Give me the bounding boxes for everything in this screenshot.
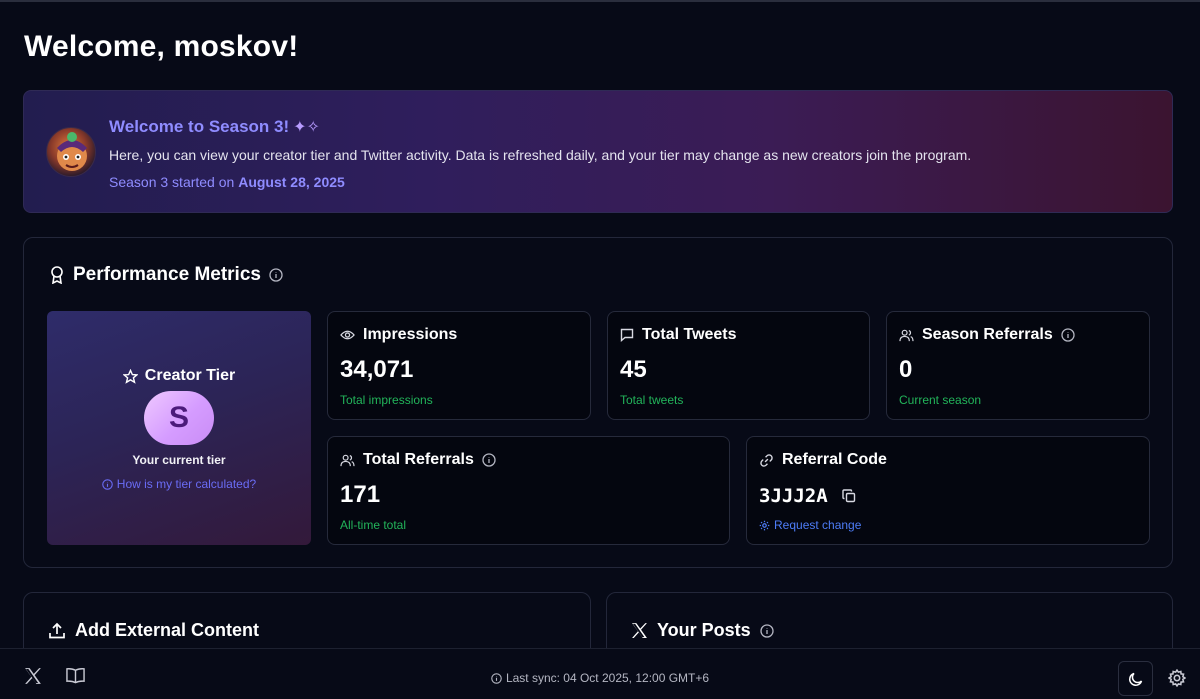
info-icon (102, 478, 113, 490)
impressions-value: 34,071 (340, 356, 414, 383)
impressions-caption: Total impressions (340, 393, 433, 407)
last-sync-status: Last sync: 04 Oct 2025, 12:00 GMT+6 (0, 671, 1200, 685)
info-icon[interactable] (482, 453, 496, 467)
tier-calculation-link[interactable]: How is my tier calculated? (47, 477, 311, 491)
award-icon (49, 266, 65, 284)
total-referrals-card: Total Referrals 171 All-time total (327, 436, 730, 545)
total-referrals-label: Total Referrals (363, 451, 474, 468)
season-referrals-caption: Current season (899, 393, 982, 407)
season-banner: Welcome to Season 3! ✦✧ Here, you can vie… (23, 90, 1173, 213)
upload-icon (48, 622, 66, 640)
link-icon (759, 453, 774, 468)
info-icon[interactable] (269, 268, 283, 282)
banner-description: Here, you can view your creator tier and… (109, 147, 972, 163)
add-external-content-title: Add External Content (48, 620, 259, 641)
users-icon (899, 329, 914, 342)
total-tweets-caption: Total tweets (620, 393, 684, 407)
total-tweets-value: 45 (620, 356, 647, 383)
creator-tier-card: Creator Tier S Your current tier How is … (47, 311, 311, 545)
gear-icon (759, 520, 770, 531)
referral-code-row: 3JJJ2A (759, 485, 856, 507)
referral-code-label: Referral Code (782, 451, 887, 468)
impressions-label: Impressions (363, 326, 458, 343)
performance-title: Performance Metrics (49, 264, 283, 286)
clapping-hands-icon: ✦✧ (293, 119, 320, 136)
x-logo-icon (631, 622, 648, 639)
tier-label: Creator Tier (47, 367, 311, 385)
banner-heading: Welcome to Season 3! ✦✧ (109, 117, 320, 136)
copy-icon[interactable] (841, 489, 856, 503)
page-title: Welcome, moskov! (24, 30, 299, 63)
top-border (0, 0, 1200, 2)
performance-metrics-panel: Performance Metrics Creator Tier S Your … (23, 237, 1173, 568)
season-referrals-value: 0 (899, 356, 913, 383)
total-tweets-label: Total Tweets (642, 326, 737, 343)
info-icon[interactable] (1061, 328, 1075, 342)
request-change-link[interactable]: Request change (759, 518, 861, 532)
your-posts-title: Your Posts (631, 620, 774, 641)
referral-code-value: 3JJJ2A (759, 485, 828, 507)
season-referrals-card: Season Referrals 0 Current season (886, 311, 1150, 420)
eye-icon (340, 329, 355, 341)
total-referrals-value: 171 (340, 481, 381, 508)
season-referrals-label: Season Referrals (922, 326, 1053, 343)
gear-icon[interactable] (1168, 669, 1186, 687)
message-icon (620, 328, 634, 342)
season-start-date: August 28, 2025 (238, 174, 345, 190)
tier-badge: S (144, 391, 214, 445)
info-icon[interactable] (760, 623, 774, 638)
mascot-icon (57, 132, 87, 171)
impressions-card: Impressions 34,071 Total impressions (327, 311, 591, 420)
star-icon (122, 368, 138, 384)
total-referrals-caption: All-time total (340, 518, 407, 532)
season-start: Season 3 started on August 28, 2025 (109, 174, 345, 190)
footer-bar: Last sync: 04 Oct 2025, 12:00 GMT+6 (0, 648, 1200, 699)
theme-toggle-button[interactable] (1118, 661, 1153, 696)
moon-icon (1128, 671, 1144, 687)
referral-code-card: Referral Code 3JJJ2A Request change (746, 436, 1150, 545)
users-icon (340, 454, 355, 467)
avatar (46, 127, 96, 177)
total-tweets-card: Total Tweets 45 Total tweets (607, 311, 870, 420)
tier-subtitle: Your current tier (132, 453, 226, 467)
info-icon (491, 672, 502, 684)
